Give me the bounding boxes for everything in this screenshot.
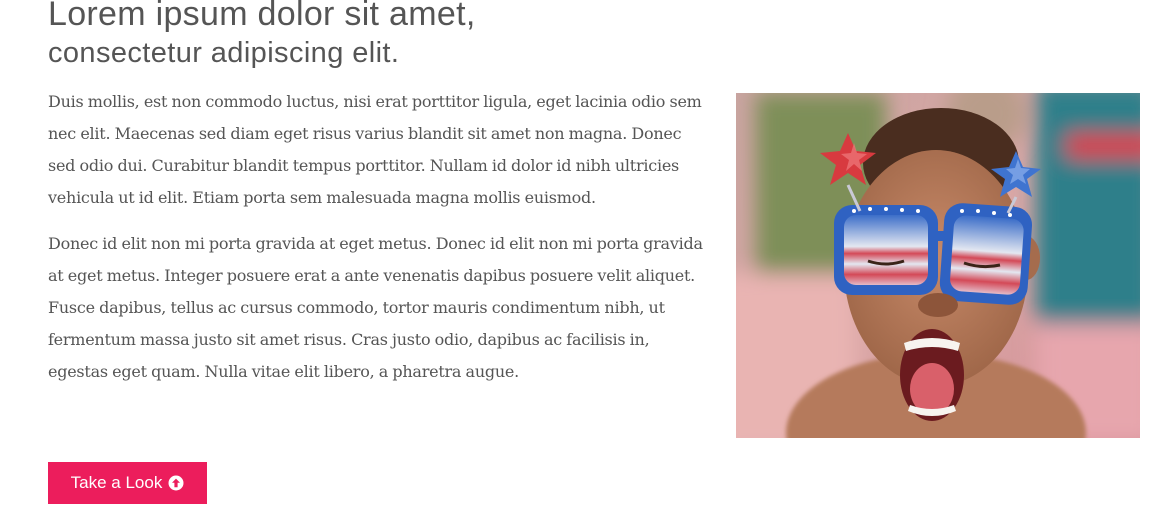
circle-arrow-up-icon [168, 475, 184, 491]
heading-line-2: consectetur adipiscing elit. [48, 37, 400, 69]
take-a-look-button[interactable]: Take a Look [48, 462, 207, 504]
page-heading: Lorem ipsum dolor sit amet, consectetur … [48, 0, 476, 72]
child-photo [736, 93, 1140, 438]
paragraph-2: Donec id elit non mi porta gravida at eg… [48, 234, 703, 381]
heading-line-1: Lorem ipsum dolor sit amet, [48, 0, 476, 33]
body-text: Duis mollis, est non commodo luctus, nis… [48, 86, 703, 402]
paragraph-1: Duis mollis, est non commodo luctus, nis… [48, 92, 702, 207]
take-a-look-label: Take a Look [70, 473, 163, 492]
